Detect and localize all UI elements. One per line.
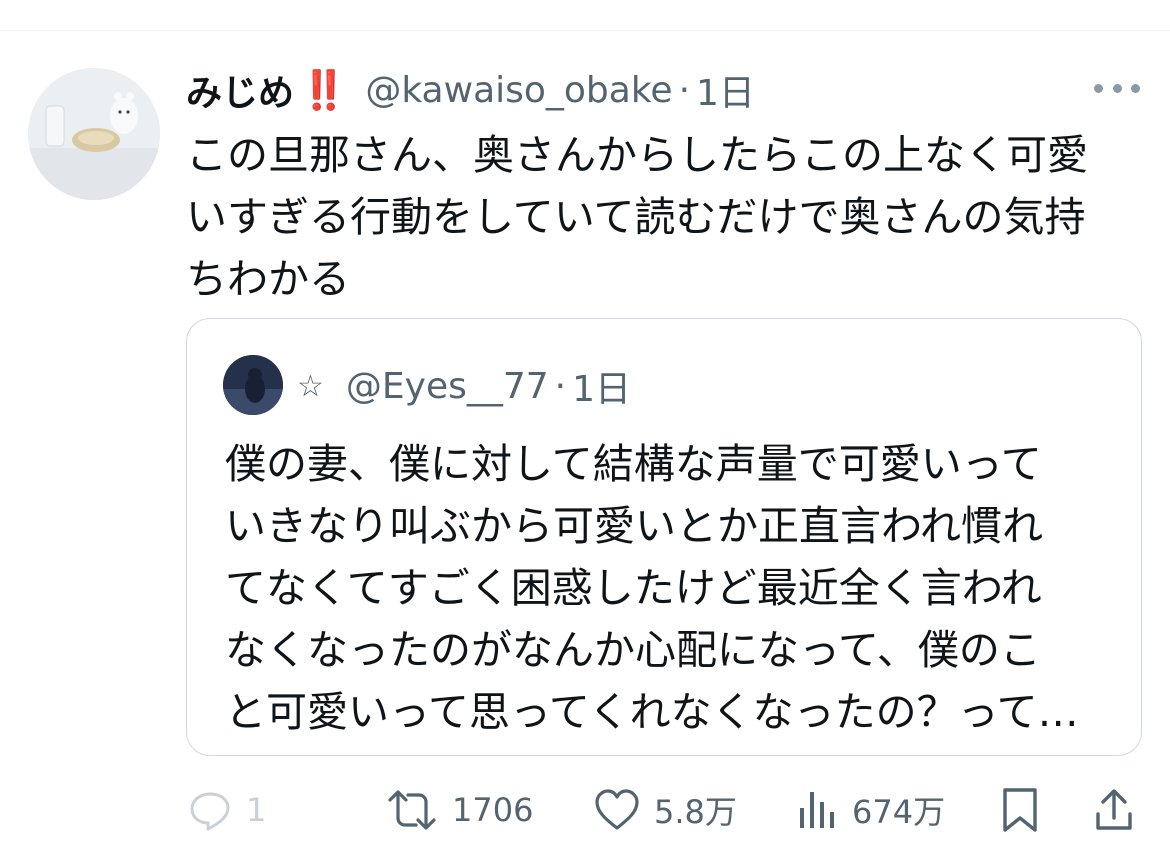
views-count: 674万 (852, 793, 946, 831)
cat-figurine-photo-icon (28, 68, 160, 200)
reply-icon (190, 792, 230, 831)
heart-icon (595, 789, 639, 830)
quoted-author-avatar[interactable] (223, 355, 283, 415)
quoted-tweet-header: ☆ @Eyes__77 · 1日 (297, 359, 631, 413)
star-icon: ☆ (297, 368, 324, 404)
header-separator: · (678, 69, 691, 111)
top-divider (0, 30, 1170, 31)
retweet-icon (388, 790, 436, 830)
more-dots-icon[interactable] (1094, 78, 1140, 98)
reply-button[interactable]: 1 (188, 782, 266, 838)
like-count: 5.8万 (654, 793, 737, 831)
author-avatar[interactable] (28, 68, 160, 200)
more-dot (1094, 83, 1103, 93)
quoted-tweet-card[interactable]: ☆ @Eyes__77 · 1日 僕の妻、僕に対して結構な声量で可愛いって いき… (186, 318, 1142, 756)
quoted-timestamp: 1日 (572, 369, 632, 410)
tweet-text: この旦那さん、奥さんからしたらこの上なく可愛 いすぎる行動をしていて読むだけで奥… (186, 131, 1088, 303)
more-dot (1131, 83, 1140, 93)
quoted-author-handle[interactable]: @Eyes__77 (346, 366, 549, 407)
author-handle[interactable]: @kawaiso_obake (365, 70, 672, 111)
more-dot (1112, 83, 1122, 93)
tweet-timestamp[interactable]: 1日 (696, 64, 755, 116)
retweet-count: 1706 (452, 791, 534, 829)
tweet-header: みじめ ‼️ @kawaiso_obake · 1日 (186, 64, 755, 116)
bookmark-button[interactable] (1000, 782, 1040, 838)
quoted-tweet-text: 僕の妻、僕に対して結構な声量で可愛いって いきなり叫ぶから可愛いとか正直言われ慣… (225, 440, 1079, 736)
bookmark-icon (1003, 788, 1037, 832)
share-button[interactable] (1094, 782, 1134, 838)
like-button[interactable]: 5.8万 (594, 782, 737, 838)
share-icon (1096, 789, 1132, 830)
retweet-button[interactable]: 1706 (386, 782, 533, 838)
quoted-header-separator: · (554, 365, 567, 407)
dark-cat-photo-icon (223, 355, 283, 415)
reply-count: 1 (246, 791, 267, 829)
author-display-name[interactable]: みじめ (186, 64, 294, 116)
tweet-action-bar: 1 1706 5.8万 674万 (0, 782, 1170, 838)
double-exclamation-icon: ‼️ (300, 67, 347, 112)
views-button[interactable]: 674万 (798, 782, 945, 838)
views-icon (800, 792, 834, 828)
